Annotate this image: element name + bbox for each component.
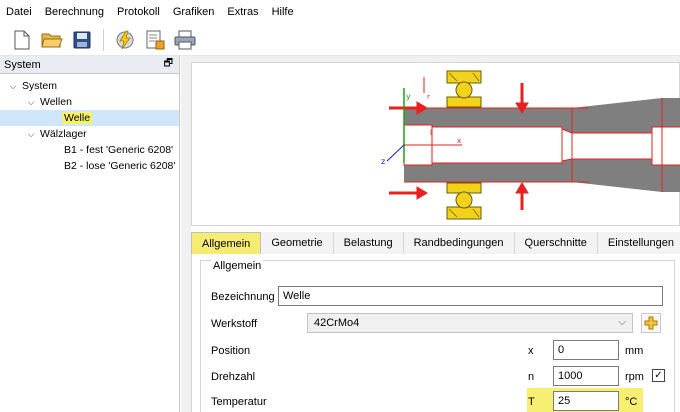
toolbar-separator bbox=[103, 28, 104, 51]
float-window-icon[interactable]: 🗗 bbox=[164, 56, 173, 73]
drehzahl-label: Drehzahl bbox=[211, 371, 256, 383]
bezeichnung-input[interactable]: Welle bbox=[278, 286, 663, 306]
bezeichnung-label: Bezeichnung bbox=[211, 291, 275, 303]
tree-item-welle[interactable]: Welle bbox=[0, 110, 179, 126]
properties-panel: Allgemein Bezeichnung Welle Werkstoff 42… bbox=[191, 254, 680, 412]
splitter-left bbox=[181, 62, 191, 412]
tab-allgemein[interactable]: Allgemein bbox=[191, 232, 262, 254]
save-disk-icon[interactable] bbox=[70, 28, 94, 52]
tree-item-label: Wälzlager bbox=[40, 128, 87, 140]
bearing-bottom bbox=[446, 182, 482, 220]
plus-icon bbox=[644, 316, 658, 330]
position-input[interactable]: 0 bbox=[553, 340, 619, 360]
tab-belastung[interactable]: Belastung bbox=[333, 232, 404, 254]
axis-r-label: r bbox=[427, 93, 430, 101]
system-tree: ⌵ System ⌵ Wellen Welle ⌵ Wälzlager B1 -… bbox=[0, 74, 179, 174]
werkstoff-label: Werkstoff bbox=[211, 318, 258, 330]
menu-hilfe[interactable]: Hilfe bbox=[272, 6, 294, 18]
shaft-graphics-view[interactable]: y x z r l bbox=[191, 62, 680, 226]
tab-geometrie[interactable]: Geometrie bbox=[261, 232, 334, 254]
tree-item-b2[interactable]: B2 - lose 'Generic 6208' bbox=[0, 158, 179, 174]
temperatur-input[interactable]: 25 bbox=[553, 391, 619, 411]
tab-querschnitte[interactable]: Querschnitte bbox=[514, 232, 598, 254]
werkstoff-value: 42CrMo4 bbox=[314, 317, 360, 329]
add-material-button[interactable] bbox=[641, 313, 661, 333]
toolbar bbox=[0, 24, 680, 56]
system-panel-title: System bbox=[4, 58, 41, 71]
system-panel: System 🗗 ⌵ System ⌵ Wellen Welle ⌵ Wälzl… bbox=[0, 56, 180, 412]
shaft-drawing: y x z r l bbox=[381, 70, 680, 220]
calculate-lightning-icon[interactable] bbox=[113, 28, 137, 52]
tab-randbedingungen[interactable]: Randbedingungen bbox=[403, 232, 515, 254]
temperatur-label: Temperatur bbox=[211, 396, 267, 408]
chevron-down-icon[interactable]: ⌵ bbox=[8, 81, 18, 92]
tree-item-label: B2 - lose 'Generic 6208' bbox=[64, 160, 176, 172]
new-file-icon[interactable] bbox=[10, 28, 34, 52]
werkstoff-select[interactable]: 42CrMo4 ⌵ bbox=[307, 313, 633, 333]
axis-l-label: l bbox=[430, 129, 432, 137]
menu-datei[interactable]: Datei bbox=[6, 6, 32, 18]
property-tabs: Allgemein Geometrie Belastung Randbeding… bbox=[191, 232, 680, 254]
group-title: Allgemein bbox=[211, 260, 264, 272]
shaft-bore-end bbox=[651, 126, 680, 166]
chevron-down-icon: ⌵ bbox=[618, 317, 626, 328]
drehzahl-unit: rpm bbox=[625, 371, 644, 383]
axis-y-label: y bbox=[406, 92, 411, 101]
drehzahl-symbol: n bbox=[528, 371, 535, 383]
chevron-down-icon[interactable]: ⌵ bbox=[26, 129, 36, 140]
bearing-top bbox=[446, 70, 482, 108]
tree-item-label: Wellen bbox=[40, 96, 72, 108]
tree-item-label: B1 - fest 'Generic 6208' bbox=[64, 144, 174, 156]
tree-item-label: System bbox=[22, 80, 58, 92]
axis-x-label: x bbox=[457, 137, 461, 145]
tree-item-b1[interactable]: B1 - fest 'Generic 6208' bbox=[0, 142, 179, 158]
tree-item-wellen[interactable]: ⌵ Wellen bbox=[0, 94, 179, 110]
position-symbol: x bbox=[528, 345, 534, 357]
menu-grafiken[interactable]: Grafiken bbox=[173, 6, 215, 18]
temperatur-unit: °C bbox=[625, 396, 638, 408]
chevron-down-icon[interactable]: ⌵ bbox=[26, 97, 36, 108]
shaft-bore-right bbox=[561, 128, 653, 162]
tab-einstellungen[interactable]: Einstellungen bbox=[597, 232, 680, 254]
position-label: Position bbox=[211, 345, 251, 357]
drehzahl-checkbox[interactable]: ✓ bbox=[652, 369, 665, 382]
tree-item-waelzlager[interactable]: ⌵ Wälzlager bbox=[0, 126, 179, 142]
temperatur-symbol: T bbox=[528, 396, 535, 408]
open-folder-icon[interactable] bbox=[40, 28, 64, 52]
report-icon[interactable] bbox=[143, 28, 167, 52]
menu-berechnung[interactable]: Berechnung bbox=[45, 6, 104, 18]
menu-bar: Datei Berechnung Protokoll Grafiken Extr… bbox=[0, 0, 680, 24]
axis-z-line bbox=[386, 144, 405, 162]
position-unit: mm bbox=[625, 345, 644, 357]
drehzahl-input[interactable]: 1000 bbox=[553, 366, 619, 386]
menu-extras[interactable]: Extras bbox=[227, 6, 258, 18]
menu-protokoll[interactable]: Protokoll bbox=[117, 6, 160, 18]
tree-item-system[interactable]: ⌵ System bbox=[0, 78, 179, 94]
axis-z-label: z bbox=[381, 157, 385, 166]
tree-item-label: Welle bbox=[62, 112, 93, 124]
print-icon[interactable] bbox=[173, 28, 197, 52]
system-panel-header: System 🗗 bbox=[0, 56, 179, 74]
